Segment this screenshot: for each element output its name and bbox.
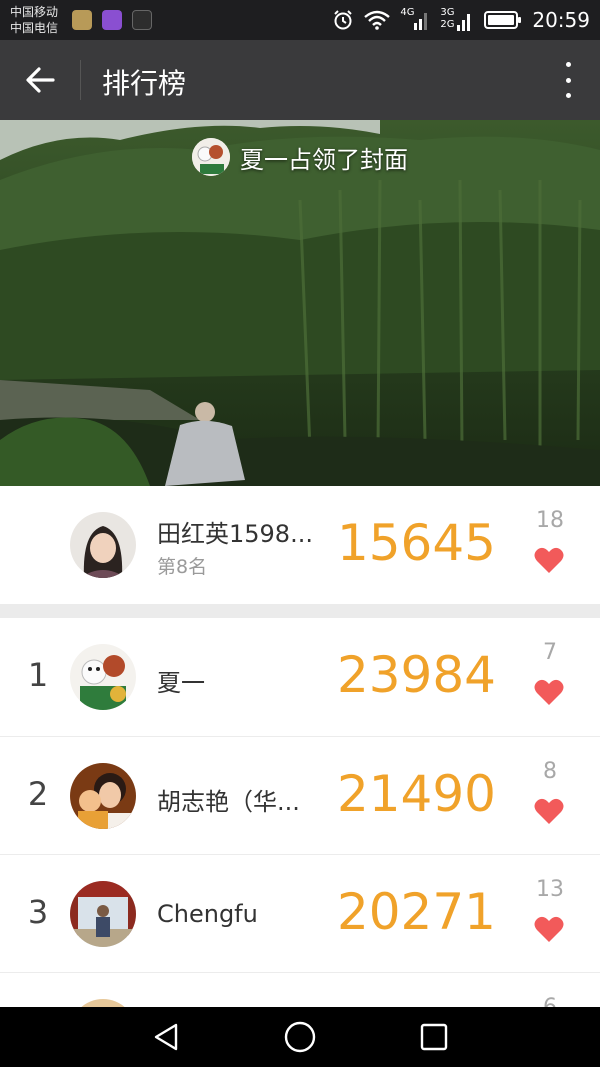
rank-number: 3 xyxy=(27,893,49,931)
like-count: 7 xyxy=(543,640,557,665)
cover-caption-bar: 夏一占领了封面 xyxy=(0,138,600,176)
rank-number: 1 xyxy=(27,656,49,694)
my-rank-row[interactable]: 田红英1598... 第8名 15645 18 xyxy=(0,486,600,604)
avatar[interactable] xyxy=(70,763,136,829)
step-count: 23984 xyxy=(336,646,496,704)
heart-icon[interactable] xyxy=(534,915,564,943)
step-count: 20271 xyxy=(336,883,496,941)
step-count: 21490 xyxy=(336,765,496,823)
cover-image[interactable]: 夏一占领了封面 xyxy=(0,120,600,486)
qq-icon xyxy=(132,10,152,30)
system-nav-bar xyxy=(0,1007,600,1067)
status-bar: 中国移动 中国电信 4G 3G 2G 20:59 xyxy=(0,0,600,40)
user-name: 胡志艳（华... xyxy=(157,788,300,816)
nav-recents-square-icon xyxy=(420,1023,448,1051)
heart-icon[interactable] xyxy=(534,678,564,706)
avatar[interactable] xyxy=(70,512,136,578)
heart-icon[interactable] xyxy=(534,797,564,825)
avatar[interactable] xyxy=(70,999,136,1007)
like-count: 13 xyxy=(536,877,564,902)
cover-owner-avatar[interactable] xyxy=(192,138,230,176)
more-dot-icon xyxy=(565,62,571,67)
more-options-button[interactable] xyxy=(560,58,576,102)
carrier-2: 中国电信 xyxy=(10,21,59,35)
carrier-info: 中国移动 中国电信 xyxy=(10,4,58,36)
my-name: 田红英1598... xyxy=(157,520,313,548)
heart-icon[interactable] xyxy=(534,546,564,574)
back-arrow-icon xyxy=(26,67,55,93)
leaderboard-row[interactable]: 1 夏一 23984 7 xyxy=(0,618,600,736)
title-divider xyxy=(80,60,81,100)
notification-app-icon xyxy=(102,10,122,30)
user-name: 夏一 xyxy=(157,669,205,697)
section-divider xyxy=(0,604,600,618)
my-like-count: 18 xyxy=(536,508,564,533)
page-title: 排行榜 xyxy=(102,67,187,100)
carrier-1: 中国移动 xyxy=(10,5,59,19)
like-count: 8 xyxy=(543,759,557,784)
alarm-icon xyxy=(334,10,353,30)
battery-icon xyxy=(484,11,522,29)
leaderboard-row[interactable]: 3 Chengfu 20271 13 xyxy=(0,855,600,973)
wifi-icon xyxy=(364,10,391,30)
back-button[interactable] xyxy=(16,56,64,104)
clock: 20:59 xyxy=(532,8,590,32)
my-step-count: 15645 xyxy=(336,514,496,572)
nav-back-triangle-icon xyxy=(154,1023,178,1051)
nav-back-button[interactable] xyxy=(146,1019,186,1055)
leaderboard-row[interactable]: 6 xyxy=(0,973,600,1007)
nav-home-circle-icon xyxy=(284,1021,316,1053)
avatar[interactable] xyxy=(70,644,136,710)
my-rank-label: 第8名 xyxy=(157,556,208,578)
signal-4g-icon: 4G xyxy=(400,7,430,31)
title-bar: 排行榜 xyxy=(0,40,600,120)
avatar[interactable] xyxy=(70,881,136,947)
status-icons: 4G 3G 2G 20:59 xyxy=(332,0,590,40)
notification-app-icon xyxy=(72,10,92,30)
more-dot-icon xyxy=(565,77,571,83)
more-dot-icon xyxy=(565,93,571,98)
nav-recents-button[interactable] xyxy=(414,1019,454,1055)
cover-caption: 夏一占领了封面 xyxy=(240,145,408,174)
like-count: 6 xyxy=(536,995,564,1007)
signal-3g-icon: 3G 2G xyxy=(440,7,474,33)
rank-number: 2 xyxy=(27,775,49,813)
user-name: Chengfu xyxy=(157,900,258,928)
nav-home-button[interactable] xyxy=(280,1019,320,1055)
leaderboard-row[interactable]: 2 胡志艳（华... 21490 8 xyxy=(0,737,600,855)
